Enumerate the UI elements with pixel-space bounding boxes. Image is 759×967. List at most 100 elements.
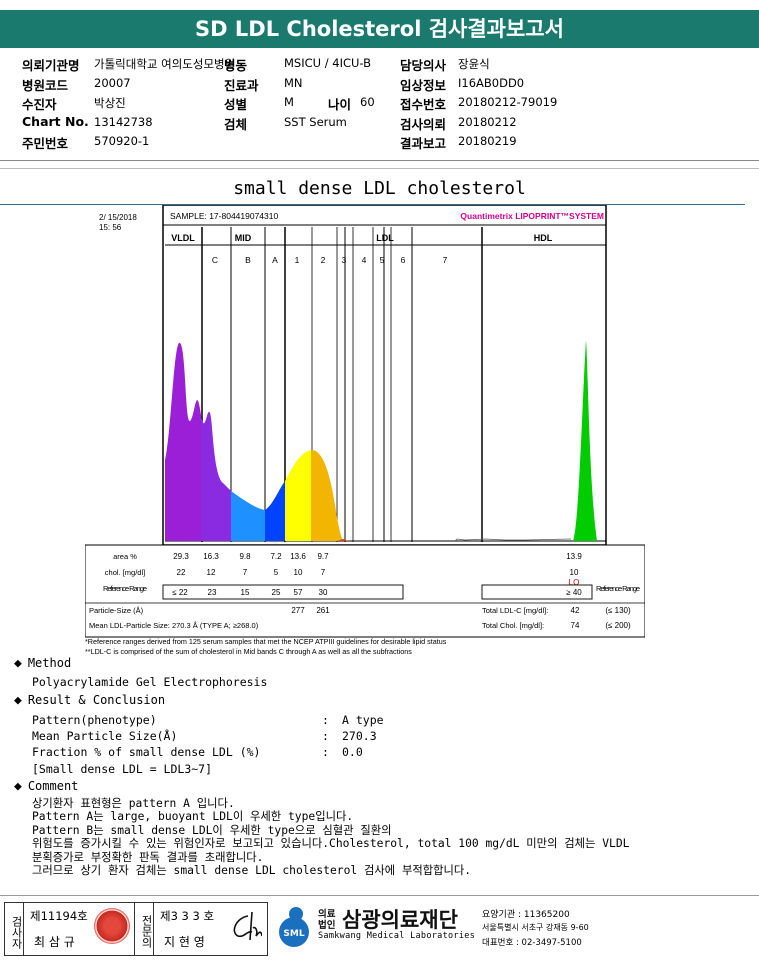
info-label: Chart No. [22, 113, 89, 129]
inspector-name: 최 삼 규 [34, 935, 75, 949]
method-section: ◆ Method [14, 656, 71, 671]
total-ldl-ref: (≤ 130) [605, 606, 631, 615]
chol-value: 7 [243, 568, 248, 577]
mean-size-label: Mean LDL-Particle Size: 270.3 Å (TYPE A;… [89, 621, 259, 630]
method-heading: Method [27, 656, 72, 670]
subband-label: 6 [401, 255, 406, 265]
comment-heading: Comment [27, 779, 79, 793]
section-title: small dense LDL cholesterol [233, 178, 526, 199]
chol-label: chol. [mg/dl] [105, 568, 145, 577]
chart-note: *Reference ranges derived from 125 serum… [85, 637, 447, 646]
particle-value: 261 [316, 606, 330, 615]
chol-value: 22 [177, 568, 186, 577]
info-label: 진료과 [224, 77, 259, 93]
seal-stamp [94, 908, 130, 944]
info-value: 20007 [94, 75, 131, 90]
ref-value: 30 [319, 588, 328, 597]
info-label: 검사의뢰 [400, 116, 447, 132]
patient-info: 의뢰기관명 가톨릭대학교 여의도성모병원 병동 MSICU / 4ICU-B 담당의사 장… [0, 52, 759, 156]
chart-date: 2/ 15/2018 [99, 213, 137, 222]
ref-value: 23 [208, 588, 217, 597]
ref-right-label: Reference Range [596, 584, 640, 593]
age-label: 나이 [328, 97, 352, 112]
band-label-mid: MID [235, 233, 252, 243]
result-note: [Small dense LDL = LDL3~7] [32, 762, 213, 776]
chart-time: 15: 56 [99, 223, 122, 232]
subband-label: A [272, 255, 278, 265]
info-value: 가톨릭대학교 여의도성모병원 [94, 57, 236, 71]
result-key: Mean Particle Size(Å) [32, 729, 178, 743]
area-value: 7.2 [270, 552, 282, 561]
area-value: 9.8 [239, 552, 251, 561]
ref-value: 15 [241, 588, 250, 597]
result-heading: Result & Conclusion [27, 693, 166, 707]
band-label-ldl: LDL [376, 233, 394, 243]
band-label-vldl: VLDL [171, 233, 195, 243]
diamond-icon: ◆ [14, 656, 22, 671]
result-key: Fraction % of small dense LDL (%) [32, 745, 261, 759]
info-value: 장윤식 [458, 57, 490, 71]
area-value: 9.7 [317, 552, 329, 561]
info-label: 검체 [224, 116, 248, 132]
inspector-number: 제11194호 [30, 909, 88, 923]
age-value: 60 [360, 95, 375, 109]
result-value: 270.3 [342, 729, 377, 743]
chart-brand: Quantimetrix LIPOPRINT™SYSTEM [460, 211, 604, 221]
info-label: 의뢰기관명 [22, 58, 80, 73]
logo-text: SML [283, 929, 304, 939]
sml-logo: SML [272, 904, 316, 948]
subband-label: 4 [362, 255, 367, 265]
chart-sample: SAMPLE: 17-804419074310 [170, 211, 278, 221]
info-value: M [284, 95, 294, 109]
info-label: 병원코드 [22, 77, 69, 93]
info-label: 수진자 [22, 97, 57, 112]
chol-value: 10 [294, 568, 303, 577]
info-label: 담당의사 [400, 58, 447, 73]
comment-section: ◆ Comment [14, 779, 78, 794]
specialist-label: 전문의 [134, 902, 154, 956]
area-value: 13.9 [566, 552, 582, 561]
report-title: SD LDL Cholesterol 검사결과보고서 [0, 10, 759, 48]
specialist-name: 지 현 영 [164, 935, 205, 949]
info-value: MN [284, 75, 303, 90]
inspector-label: 검사자 [4, 902, 24, 956]
ref-hdl: ≥ 40 [566, 588, 582, 597]
particle-label: Particle-Size (Å) [89, 606, 144, 615]
area-value: 16.3 [203, 552, 219, 561]
comment-line: 그러므로 상기 환자 검체는 small dense LDL cholester… [32, 864, 472, 877]
subband-label: 1 [295, 255, 300, 265]
divider [0, 160, 759, 161]
specialist-number: 제3 3 3 호 [160, 909, 215, 923]
info-value: 13142738 [94, 114, 153, 129]
total-ldl-value: 42 [571, 606, 580, 615]
divider [0, 168, 759, 169]
band-label-hdl: HDL [534, 233, 553, 243]
lipoprint-chart: 2/ 15/2018 15: 56 SAMPLE: 17-804419074310 Q… [84, 204, 646, 660]
org-english-name: Samkwang Medical Laboratories [318, 931, 476, 941]
result-colon: : [322, 745, 329, 759]
diamond-icon: ◆ [14, 779, 22, 794]
info-label: 성별 [224, 97, 248, 112]
result-key: Pattern(phenotype) [32, 713, 157, 727]
ref-value: ≤ 22 [172, 588, 188, 597]
ref-label: Reference Range [103, 584, 147, 593]
org-prefix: 의료법인 [318, 909, 336, 931]
chol-value: 5 [274, 568, 279, 577]
info-value: 20180219 [458, 134, 517, 148]
divider [0, 895, 759, 896]
result-colon: : [322, 713, 329, 727]
info-value: 570920-1 [94, 134, 150, 148]
particle-value: 277 [291, 606, 305, 615]
subband-label: B [245, 255, 251, 265]
area-value: 29.3 [173, 552, 189, 561]
chart-note: **LDL-C is comprised of the sum of chole… [85, 647, 412, 656]
total-chol-value: 74 [571, 621, 580, 630]
info-value: 20180212 [458, 114, 517, 129]
info-value: 20180212-79019 [458, 95, 558, 109]
ref-value: 25 [272, 588, 281, 597]
subband-label: 7 [443, 255, 448, 265]
subband-label: 2 [321, 255, 326, 265]
org-phone: 대표번호 : 02-3497-5100 [482, 938, 582, 948]
info-value: MSICU / 4ICU-B [284, 56, 372, 70]
total-ldl-label: Total LDL-C [mg/dl]: [482, 606, 548, 615]
